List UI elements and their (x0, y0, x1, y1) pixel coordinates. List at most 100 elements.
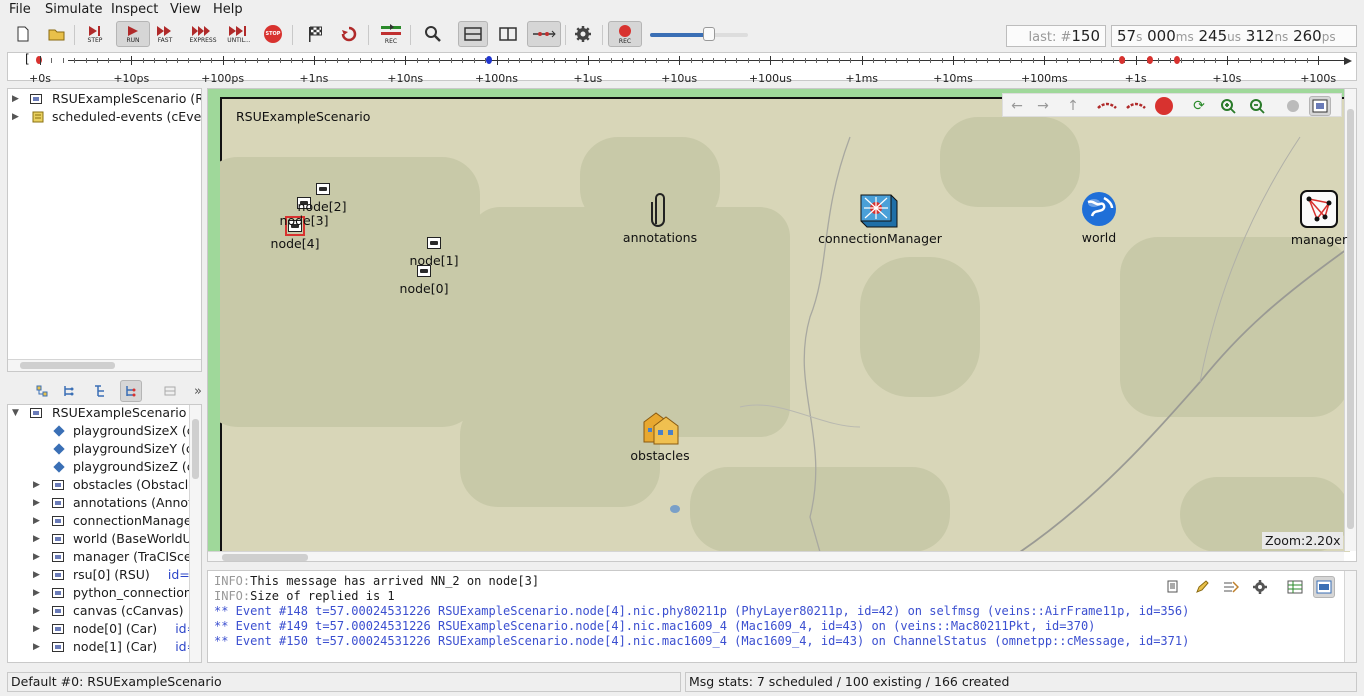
chevron-right-icon[interactable]: ▶ (33, 530, 40, 548)
flat-mode-button[interactable] (58, 380, 80, 402)
timeline-minor-tick (1215, 58, 1217, 63)
timeline-minor-tick (428, 58, 430, 63)
record-video-button[interactable]: REC (608, 21, 642, 47)
filter-log-button[interactable] (1191, 576, 1213, 598)
chevron-right-icon[interactable]: ▶ (33, 602, 40, 620)
paperclip-icon[interactable] (649, 190, 671, 228)
canvas-vertical-scrollbar[interactable] (1344, 89, 1356, 551)
layers-button[interactable] (1096, 96, 1118, 116)
gear-icon (575, 26, 591, 42)
tree-item[interactable]: playgroundSizeX (c (8, 422, 194, 440)
layout-vertical-button[interactable] (493, 21, 523, 47)
timeline-major-tick (587, 56, 589, 65)
event-log[interactable]: INFO:This message has arrived NN_2 on no… (207, 570, 1357, 663)
buildings-icon[interactable] (640, 410, 680, 446)
relayout-button[interactable] (1125, 96, 1147, 116)
new-network-button[interactable] (8, 21, 38, 47)
animation-speed-slider[interactable] (650, 27, 748, 45)
timeline-minor-tick (622, 58, 624, 63)
globe-icon[interactable] (1080, 190, 1118, 228)
menu-help[interactable]: Help (213, 2, 243, 17)
canvas-stop-button[interactable] (1153, 96, 1175, 116)
chevron-right-icon[interactable]: ▶ (33, 566, 40, 584)
tree-item-scheduled-events[interactable]: ▶ scheduled-events (cEven (8, 108, 201, 126)
chevron-right-icon[interactable]: ▶ (33, 512, 40, 530)
group-by-type-button[interactable] (31, 380, 53, 402)
tree-item[interactable]: ▶ python_connection (8, 584, 192, 602)
timeline-minor-tick (336, 58, 338, 63)
back-button[interactable]: ← (1006, 96, 1028, 116)
finish-button[interactable] (300, 21, 330, 47)
chevron-right-icon[interactable]: ▶ (33, 476, 40, 494)
network-canvas[interactable]: RSUExampleScenario node[2] node[3] node[… (207, 88, 1357, 562)
chevron-right-icon[interactable]: ▶ (33, 584, 40, 602)
animation-button[interactable] (1282, 96, 1304, 116)
tree-item[interactable]: playgroundSizeY (c (8, 440, 193, 458)
menu-inspect[interactable]: Inspect (111, 2, 158, 17)
load-ned-button[interactable] (42, 21, 72, 47)
chevron-right-icon[interactable]: ▶ (33, 638, 40, 656)
chevron-right-icon[interactable]: ▶ (33, 620, 40, 638)
run-until-button[interactable]: UNTIL... (224, 21, 254, 47)
fast-run-button[interactable]: FAST (150, 21, 180, 47)
tree-item[interactable]: ▶ connectionManager (8, 512, 197, 530)
chevron-right-icon[interactable]: ▶ (33, 494, 40, 512)
tree-item[interactable]: ▶node[1] (Car) id=20 (8, 638, 201, 656)
run-button[interactable]: RUN (116, 21, 150, 47)
event-timeline[interactable]: [ +0s +10ps +100ps +1ns +10ns +100ns +1us +10us… (7, 52, 1357, 85)
copy-log-button[interactable] (1162, 576, 1184, 598)
children-mode-button[interactable] (120, 380, 142, 402)
layout-horizontal-button[interactable] (458, 21, 488, 47)
parent-button[interactable]: ↑ (1062, 96, 1084, 116)
tree-item[interactable]: playgroundSizeZ (c (8, 458, 194, 476)
tree-item[interactable]: ▶ world (BaseWorldU (8, 530, 192, 548)
tree-root-network[interactable]: ▼ RSUExampleScenario ( (8, 405, 195, 422)
find-log-button[interactable] (1220, 576, 1242, 598)
car-icon[interactable] (316, 183, 330, 195)
param-icon (53, 461, 65, 473)
log-view-icon (1316, 580, 1332, 594)
tree-item[interactable]: ▶ annotations (Annot (8, 494, 193, 512)
menu-view[interactable]: View (170, 2, 201, 17)
canvas-horizontal-scrollbar[interactable] (208, 551, 1344, 561)
vertical-scrollbar[interactable] (189, 405, 201, 662)
log-vertical-scrollbar[interactable] (1344, 571, 1356, 662)
stop-button[interactable]: STOP (258, 21, 288, 47)
menu-simulate[interactable]: Simulate (45, 2, 102, 17)
horizontal-scrollbar[interactable] (8, 359, 201, 371)
chevron-right-icon[interactable]: ▶ (33, 548, 40, 566)
tree-item[interactable]: ▶ obstacles (Obstacle (8, 476, 196, 494)
graph-manager-icon[interactable] (1299, 189, 1341, 229)
more-options-button[interactable]: » (187, 380, 209, 402)
mode-switch-button[interactable] (1309, 96, 1331, 116)
tree-item[interactable]: ▶ rsu[0] (RSU) id=7 (8, 566, 198, 584)
log-settings-button[interactable] (1249, 576, 1271, 598)
zoom-in-button[interactable] (1217, 96, 1239, 116)
menu-file[interactable]: File (9, 2, 31, 17)
timeline-tick-label: +1ns (299, 72, 329, 85)
car-icon[interactable] (427, 237, 441, 249)
forward-button[interactable]: → (1032, 96, 1054, 116)
messages-mode-button[interactable] (1284, 576, 1306, 598)
timeline-minor-tick (165, 58, 167, 63)
rebuild-button[interactable] (334, 21, 364, 47)
timeline-toggle-button[interactable] (527, 21, 561, 47)
packet-mode-button[interactable] (159, 380, 181, 402)
event-recording-button[interactable]: REC (376, 21, 406, 47)
layers-icon (1097, 102, 1117, 109)
inheritance-mode-button[interactable] (89, 380, 111, 402)
tree-item[interactable]: ▶ manager (TraCISce (8, 548, 192, 566)
preferences-button[interactable] (568, 21, 598, 47)
express-run-button[interactable]: EXPRESS (188, 21, 218, 47)
refresh-button[interactable]: ⟳ (1188, 96, 1210, 116)
step-button[interactable]: STEP (80, 21, 110, 47)
network-hub-icon[interactable] (859, 189, 901, 229)
find-objects-button[interactable] (418, 21, 448, 47)
zoom-out-button[interactable] (1246, 96, 1268, 116)
timeline-minor-tick (199, 58, 201, 63)
log-mode-button[interactable] (1313, 576, 1335, 598)
tree-item[interactable]: ▶canvas (cCanvas) 2 (8, 602, 201, 620)
tree-item[interactable]: ▶node[0] (Car) id=14 (8, 620, 201, 638)
tree-item-network[interactable]: ▶ RSUExampleScenario (RS (8, 90, 201, 108)
timeline-tick-label: +100ms (1020, 72, 1068, 85)
